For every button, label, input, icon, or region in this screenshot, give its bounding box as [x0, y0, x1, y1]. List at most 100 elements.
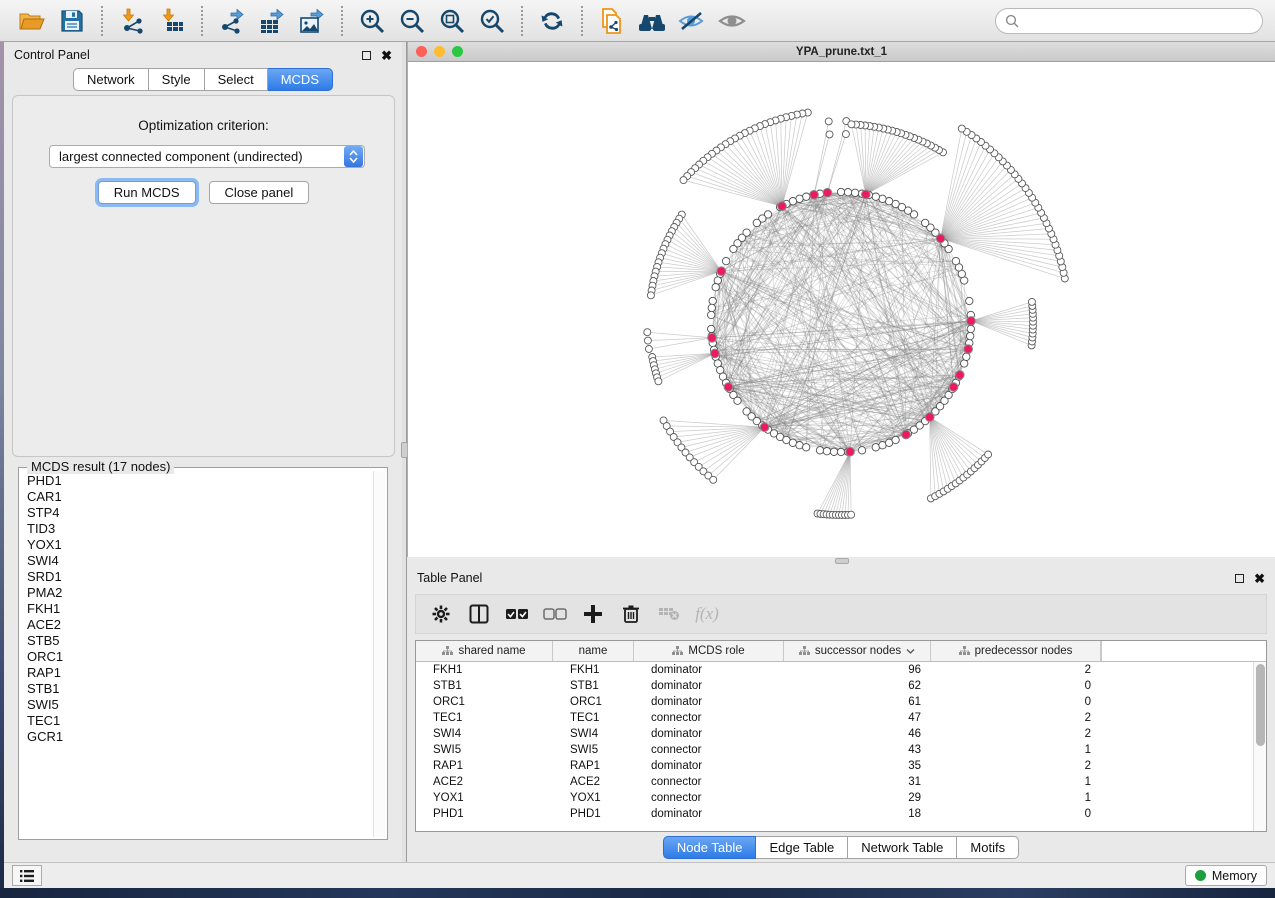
mcds-result-item[interactable]: YOX1 — [27, 537, 373, 553]
graph-node[interactable] — [816, 447, 823, 454]
graph-node[interactable] — [952, 257, 959, 264]
mcds-result-item[interactable]: STP4 — [27, 505, 373, 521]
column-header-name[interactable]: name — [553, 641, 634, 661]
graph-mcds-node[interactable] — [956, 371, 965, 380]
zoom-selected-button[interactable] — [475, 4, 509, 38]
tab-network-table[interactable]: Network Table — [848, 836, 957, 859]
graph-mcds-node[interactable] — [810, 191, 819, 200]
mcds-list-scrollbar[interactable] — [373, 471, 385, 837]
graph-node[interactable] — [712, 284, 719, 291]
column-header-successor-nodes[interactable]: successor nodes — [784, 641, 931, 661]
graph-node[interactable] — [644, 329, 651, 336]
export-network-button[interactable] — [215, 4, 249, 38]
mcds-result-item[interactable]: SRD1 — [27, 569, 373, 585]
graph-mcds-node[interactable] — [760, 423, 769, 432]
graph-node[interactable] — [922, 219, 929, 226]
graph-mcds-node[interactable] — [949, 383, 958, 392]
graph-node[interactable] — [708, 304, 715, 311]
splitter-grip[interactable] — [835, 558, 849, 564]
graph-node[interactable] — [734, 397, 741, 404]
graph-node[interactable] — [645, 346, 652, 353]
network-canvas[interactable] — [408, 62, 1275, 557]
graph-node[interactable] — [825, 118, 832, 125]
mcds-result-item[interactable]: STB1 — [27, 681, 373, 697]
table-row[interactable]: STB1STB1dominator620 — [416, 678, 1253, 694]
graph-mcds-node[interactable] — [724, 383, 733, 392]
table-row[interactable]: FKH1FKH1dominator962 — [416, 662, 1253, 678]
graph-node[interactable] — [966, 297, 973, 304]
column-header-shared-name[interactable]: shared name — [416, 641, 553, 661]
zoom-out-button[interactable] — [395, 4, 429, 38]
graph-node[interactable] — [680, 177, 687, 184]
graph-node[interactable] — [967, 332, 974, 339]
graph-mcds-node[interactable] — [846, 447, 855, 456]
graph-mcds-node[interactable] — [902, 430, 911, 439]
tab-node-table[interactable]: Node Table — [663, 836, 757, 859]
float-panel-icon[interactable] — [1235, 574, 1244, 583]
graph-mcds-node[interactable] — [925, 413, 934, 422]
deselect-all-button[interactable] — [540, 599, 570, 629]
table-row[interactable]: SWI5SWI5connector431 — [416, 742, 1253, 758]
graph-node[interactable] — [708, 325, 715, 332]
export-table-button[interactable] — [255, 4, 289, 38]
graph-node[interactable] — [803, 444, 810, 451]
table-scrollbar-thumb[interactable] — [1256, 664, 1265, 746]
graph-node[interactable] — [837, 188, 844, 195]
graph-node[interactable] — [958, 125, 965, 132]
graph-node[interactable] — [826, 131, 833, 138]
mcds-result-item[interactable]: SWI4 — [27, 553, 373, 569]
graph-node[interactable] — [967, 325, 974, 332]
tab-motifs[interactable]: Motifs — [957, 836, 1019, 859]
graph-node[interactable] — [823, 448, 830, 455]
graph-node[interactable] — [730, 245, 737, 252]
search-box[interactable] — [995, 8, 1263, 34]
export-image-button[interactable] — [295, 4, 329, 38]
graph-mcds-node[interactable] — [967, 317, 976, 326]
mcds-result-item[interactable]: TID3 — [27, 521, 373, 537]
graph-node[interactable] — [858, 447, 865, 454]
import-table-button[interactable] — [155, 4, 189, 38]
open-file-button[interactable] — [15, 4, 49, 38]
graph-mcds-node[interactable] — [717, 267, 726, 276]
table-settings-button[interactable] — [426, 599, 456, 629]
tab-network[interactable]: Network — [73, 68, 149, 91]
mcds-result-item[interactable]: ACE2 — [27, 617, 373, 633]
show-task-history-button[interactable] — [12, 865, 42, 886]
graph-mcds-node[interactable] — [711, 349, 720, 358]
graph-node[interactable] — [844, 189, 851, 196]
copy-view-button[interactable] — [595, 4, 629, 38]
table-scrollbar[interactable] — [1253, 662, 1266, 831]
select-all-button[interactable] — [502, 599, 532, 629]
graph-node[interactable] — [708, 311, 715, 318]
add-column-button[interactable] — [578, 599, 608, 629]
graph-node[interactable] — [710, 476, 717, 483]
graph-node[interactable] — [851, 189, 858, 196]
mcds-result-item[interactable]: PMA2 — [27, 585, 373, 601]
first-neighbors-button[interactable] — [635, 4, 669, 38]
horizontal-splitter[interactable] — [407, 557, 1275, 565]
mcds-result-item[interactable]: CAR1 — [27, 489, 373, 505]
mcds-result-item[interactable]: FKH1 — [27, 601, 373, 617]
table-row[interactable]: TEC1TEC1connector472 — [416, 710, 1253, 726]
mcds-result-item[interactable]: SWI5 — [27, 697, 373, 713]
graph-mcds-node[interactable] — [862, 190, 871, 199]
graph-node[interactable] — [985, 451, 992, 458]
toggle-column-panel-button[interactable] — [464, 599, 494, 629]
graph-mcds-node[interactable] — [936, 234, 945, 243]
graph-mcds-node[interactable] — [823, 188, 832, 197]
table-row[interactable]: ACE2ACE2connector311 — [416, 774, 1253, 790]
graph-node[interactable] — [644, 337, 651, 344]
graph-node[interactable] — [709, 297, 716, 304]
graph-node[interactable] — [647, 292, 654, 299]
refresh-view-button[interactable] — [535, 4, 569, 38]
graph-mcds-node[interactable] — [964, 345, 973, 354]
graph-node[interactable] — [848, 511, 855, 518]
graph-mcds-node[interactable] — [708, 334, 717, 343]
search-input[interactable] — [1025, 14, 1253, 28]
run-mcds-button[interactable]: Run MCDS — [98, 181, 196, 204]
graph-mcds-node[interactable] — [778, 202, 787, 211]
import-network-button[interactable] — [115, 4, 149, 38]
close-panel-icon[interactable]: ✖ — [1254, 574, 1265, 583]
memory-button[interactable]: Memory — [1185, 865, 1267, 886]
show-all-button[interactable] — [715, 4, 749, 38]
